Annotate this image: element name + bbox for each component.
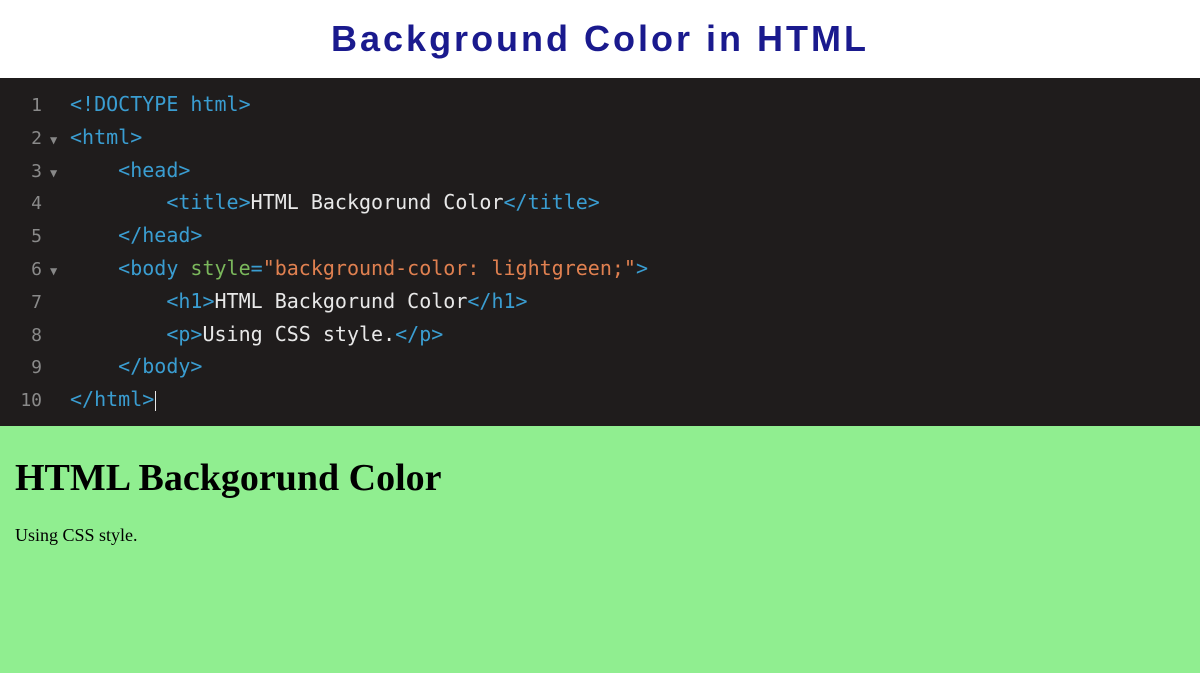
code-editor[interactable]: 1<!DOCTYPE html>2▼<html>3▼ <head>4 <titl… [0,78,1200,426]
preview-paragraph: Using CSS style. [15,525,1185,546]
code-token-attr: style [190,256,250,280]
line-number: 8 [0,322,50,351]
line-number: 5 [0,223,50,252]
page-header: Background Color in HTML [0,0,1200,78]
fold-marker-icon[interactable]: ▼ [50,164,70,183]
line-number: 10 [0,387,50,416]
line-number: 9 [0,354,50,383]
code-line[interactable]: 1 <!DOCTYPE html> [0,88,1200,121]
code-content[interactable]: <html> [70,121,142,153]
line-number: 6 [0,256,50,285]
fold-marker-icon[interactable]: ▼ [50,131,70,150]
code-line[interactable]: 2▼<html> [0,121,1200,154]
code-content[interactable]: <h1>HTML Backgorund Color</h1> [70,285,528,317]
code-token-tag: </h1> [467,289,527,313]
browser-preview: HTML Backgorund Color Using CSS style. [0,426,1200,673]
line-number: 7 [0,289,50,318]
code-content[interactable]: <head> [70,154,190,186]
code-token-tag: <body [118,256,190,280]
code-token-tag: = [251,256,263,280]
text-cursor [155,391,156,411]
code-token-tag: </body> [118,354,202,378]
line-number: 1 [0,92,50,121]
code-line[interactable]: 9 </body> [0,350,1200,383]
code-token-tag: <!DOCTYPE html> [70,92,251,116]
code-content[interactable]: <title>HTML Backgorund Color</title> [70,186,600,218]
line-number: 4 [0,190,50,219]
fold-marker-icon[interactable]: ▼ [50,262,70,281]
code-token-tag: </title> [504,190,600,214]
code-token-tag: <p> [166,322,202,346]
code-content[interactable]: </html> [70,383,156,415]
code-content[interactable]: <p>Using CSS style.</p> [70,318,443,350]
code-token-val: "background-color: lightgreen;" [263,256,636,280]
code-line[interactable]: 10 </html> [0,383,1200,416]
code-content[interactable]: <body style="background-color: lightgree… [70,252,648,284]
code-token-tag: <title> [166,190,250,214]
code-line[interactable]: 5 </head> [0,219,1200,252]
code-line[interactable]: 6▼ <body style="background-color: lightg… [0,252,1200,285]
code-token-tag: <head> [118,158,190,182]
line-number: 3 [0,158,50,187]
code-token-text: HTML Backgorund Color [215,289,468,313]
line-number: 2 [0,125,50,154]
code-line[interactable]: 4 <title>HTML Backgorund Color</title> [0,186,1200,219]
code-content[interactable]: </head> [70,219,202,251]
code-line[interactable]: 8 <p>Using CSS style.</p> [0,318,1200,351]
code-content[interactable]: </body> [70,350,202,382]
preview-heading: HTML Backgorund Color [15,456,1185,500]
page-title: Background Color in HTML [331,18,869,59]
code-token-tag: <h1> [166,289,214,313]
code-content[interactable]: <!DOCTYPE html> [70,88,251,120]
code-token-tag: </head> [118,223,202,247]
code-line[interactable]: 3▼ <head> [0,154,1200,187]
code-token-tag: </p> [395,322,443,346]
code-line[interactable]: 7 <h1>HTML Backgorund Color</h1> [0,285,1200,318]
code-token-text: HTML Backgorund Color [251,190,504,214]
code-token-tag: > [636,256,648,280]
code-token-tag: </html> [70,387,154,411]
code-token-text: Using CSS style. [202,322,395,346]
code-token-tag: <html> [70,125,142,149]
